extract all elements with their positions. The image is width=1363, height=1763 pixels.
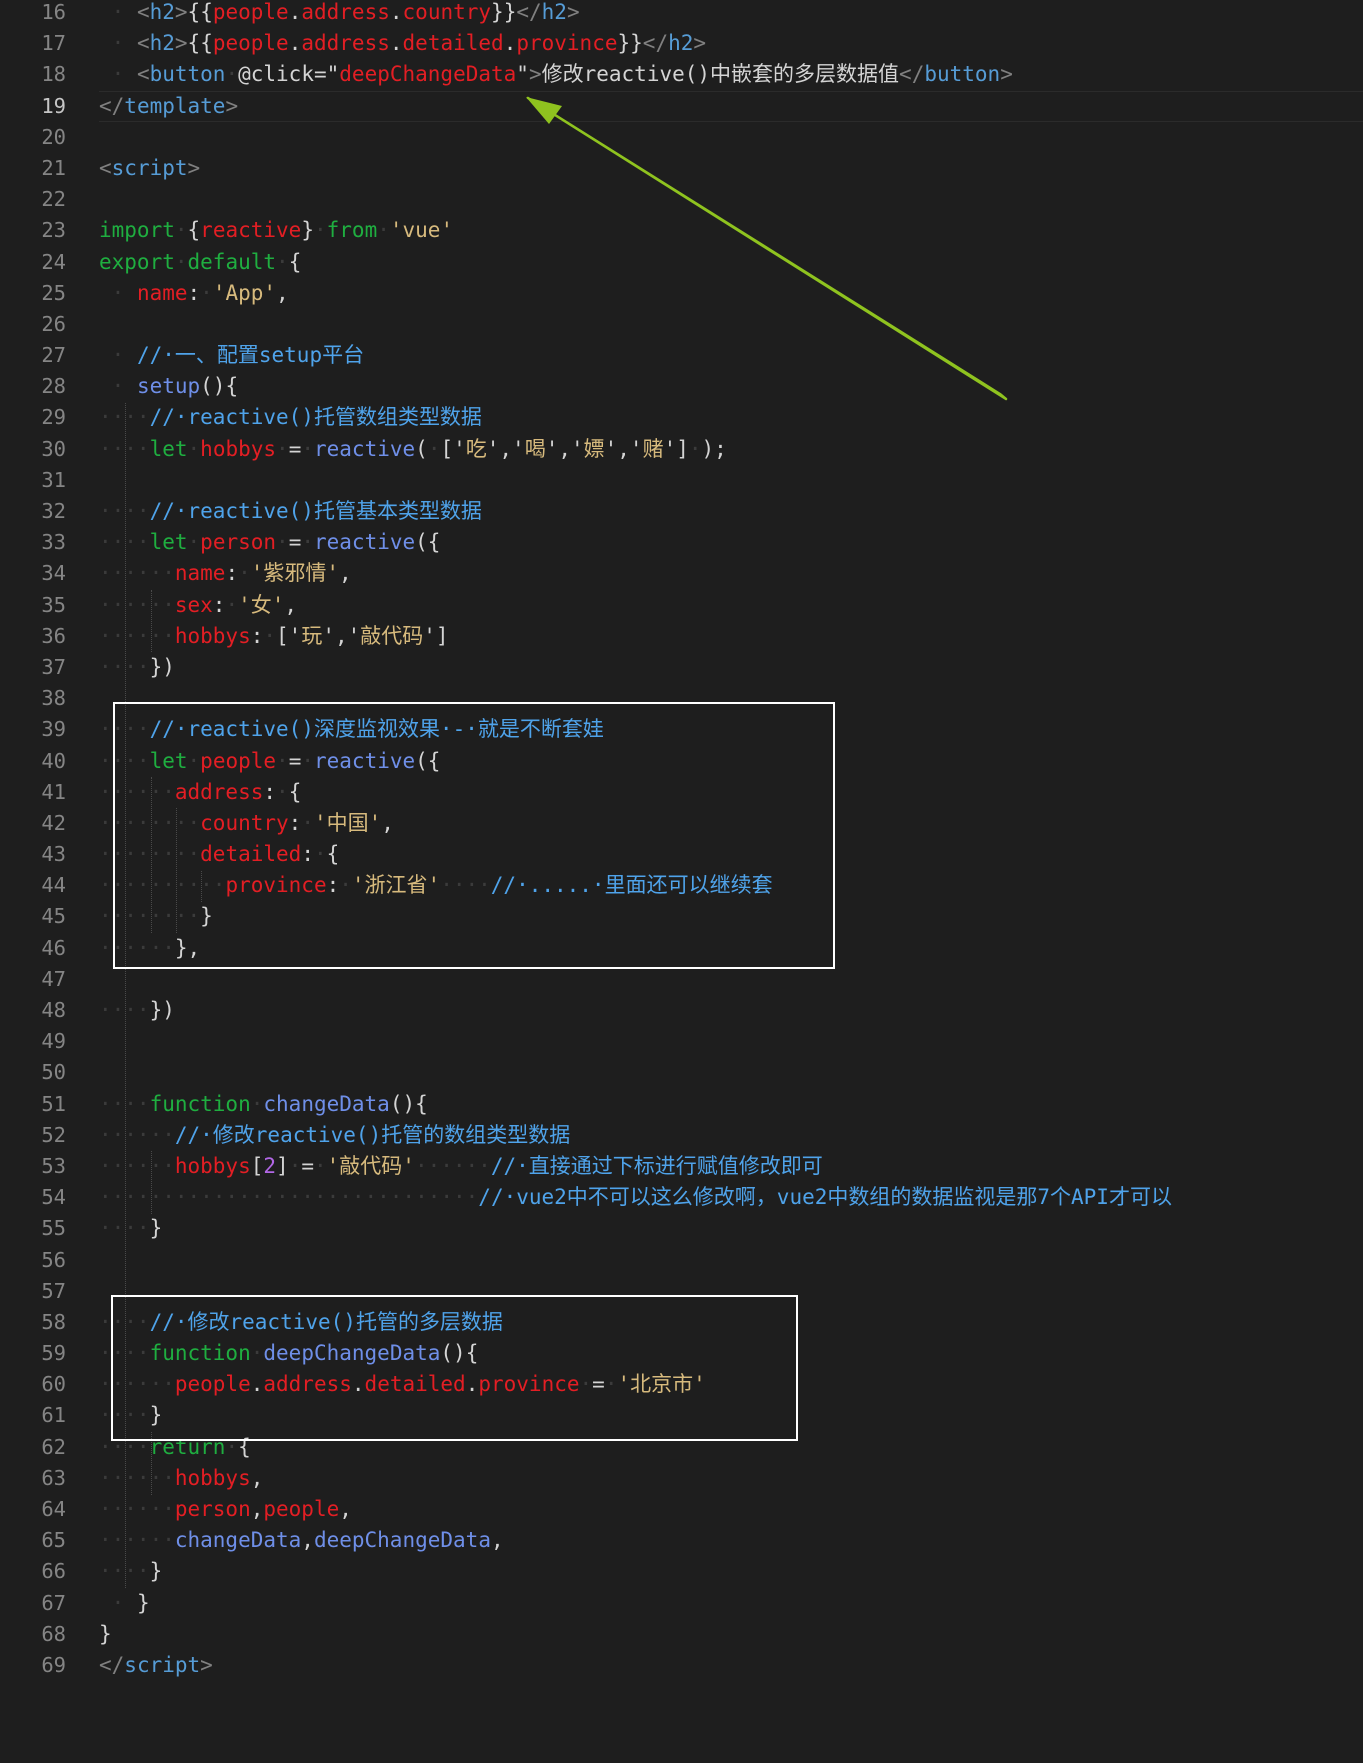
- annotation-arrow: [526, 96, 1008, 401]
